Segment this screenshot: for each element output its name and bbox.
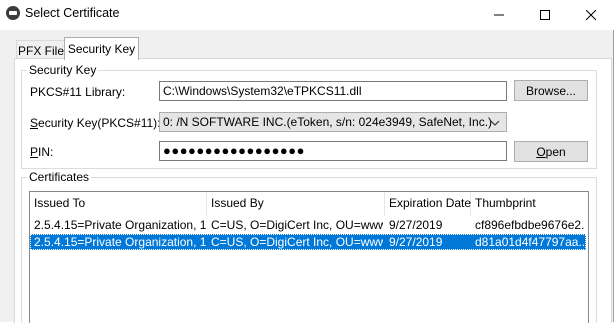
maximize-button[interactable] — [522, 0, 568, 30]
cell-issued-to: 2.5.4.15=Private Organization, 1.3... — [34, 218, 206, 232]
pkcs11-library-input[interactable]: C:\Windows\System32\eTPKCS11.dll — [159, 81, 507, 101]
tab-label: PFX File — [17, 44, 64, 58]
open-button[interactable]: Open — [514, 141, 588, 162]
pin-input[interactable]: ●●●●●●●●●●●●●●●●● — [159, 141, 507, 161]
minimize-icon — [494, 14, 504, 16]
cell-thumbprint: d81a01d4f47797aa... — [475, 235, 585, 249]
cell-thumbprint: cf896efbdbe9676e2... — [475, 218, 585, 232]
browse-button[interactable]: Browse... — [514, 80, 588, 101]
close-button[interactable] — [568, 0, 614, 30]
security-key-select[interactable]: 0: /N SOFTWARE INC.(eToken, s/n: 024e394… — [159, 112, 507, 132]
group-title: Certificates — [27, 170, 92, 184]
title-bar: Select Certificate — [0, 0, 614, 30]
cell-expiration: 9/27/2019 — [389, 235, 443, 249]
cell-issued-by: C=US, O=DigiCert Inc, OU=www.... — [211, 235, 383, 249]
column-header-issued-to[interactable]: Issued To — [30, 192, 207, 216]
table-row-selected[interactable]: 2.5.4.15=Private Organization, 1.3... C=… — [30, 234, 586, 250]
certificates-list[interactable]: Issued To Issued By Expiration Date Thum… — [29, 191, 589, 323]
cell-issued-by: C=US, O=DigiCert Inc, OU=www.... — [211, 218, 383, 232]
tab-label: Security Key — [67, 42, 136, 56]
column-header-expiration-date[interactable]: Expiration Date — [385, 192, 471, 216]
chevron-down-icon — [490, 113, 500, 131]
cell-issued-to: 2.5.4.15=Private Organization, 1.3... — [34, 235, 206, 249]
group-title: Security Key — [27, 63, 99, 77]
pin-label: PIN: — [30, 145, 54, 159]
maximize-icon — [540, 10, 550, 20]
security-key-label: Security Key(PKCS#11): — [30, 116, 161, 130]
minimize-button[interactable] — [476, 0, 522, 30]
security-key-value: 0: /N SOFTWARE INC.(eToken, s/n: 024e394… — [163, 115, 493, 129]
app-icon — [6, 6, 20, 20]
column-header-thumbprint[interactable]: Thumbprint — [471, 192, 586, 216]
cell-expiration: 9/27/2019 — [389, 218, 443, 232]
tab-security-key[interactable]: Security Key — [64, 37, 139, 60]
window-title: Select Certificate — [25, 6, 120, 20]
column-header-issued-by[interactable]: Issued By — [207, 192, 385, 216]
pkcs11-library-label: PKCS#11 Library: — [30, 85, 126, 99]
close-icon — [586, 10, 596, 20]
table-row[interactable]: 2.5.4.15=Private Organization, 1.3... C=… — [30, 217, 586, 233]
